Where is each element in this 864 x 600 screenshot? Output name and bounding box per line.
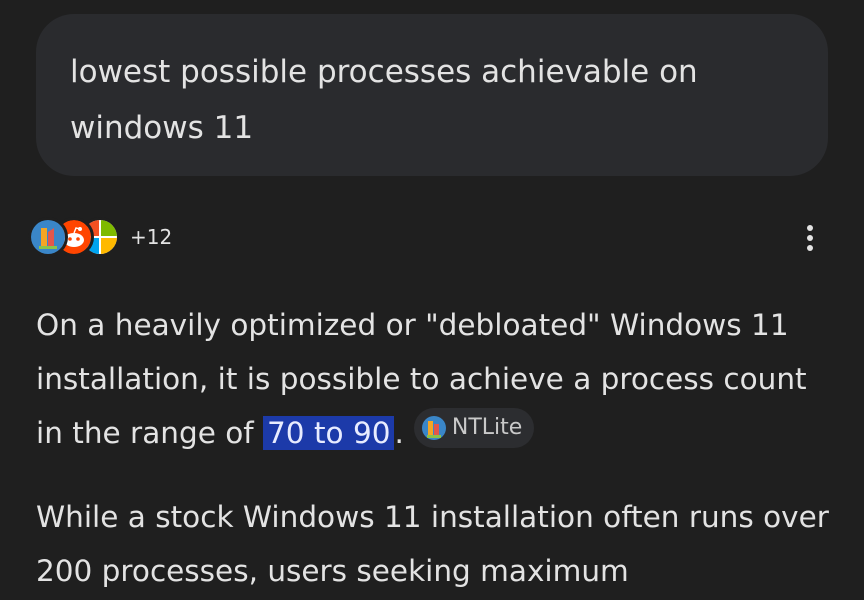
highlighted-range: 70 to 90 <box>263 416 395 450</box>
answer-paragraph-2: While a stock Windows 11 installation of… <box>36 500 829 588</box>
ntlite-icon <box>28 217 68 257</box>
ntlite-chip-icon <box>421 416 446 440</box>
user-query-text: lowest possible processes achievable on … <box>70 54 698 146</box>
sources-row[interactable]: +12 <box>28 214 172 260</box>
answer-paragraph-1: On a heavily optimized or "debloated" Wi… <box>36 298 836 460</box>
more-options-icon[interactable] <box>796 220 824 256</box>
citation-chip-label: NTLite <box>451 415 523 440</box>
citation-chip-ntlite[interactable]: NTLite <box>413 408 535 448</box>
answer-p1-end: . <box>394 416 404 450</box>
answer-body: On a heavily optimized or "debloated" Wi… <box>36 298 836 600</box>
sources-more-count: +12 <box>130 225 173 249</box>
user-query-bubble: lowest possible processes achievable on … <box>36 14 828 176</box>
chat-page: lowest possible processes achievable on … <box>0 0 864 600</box>
